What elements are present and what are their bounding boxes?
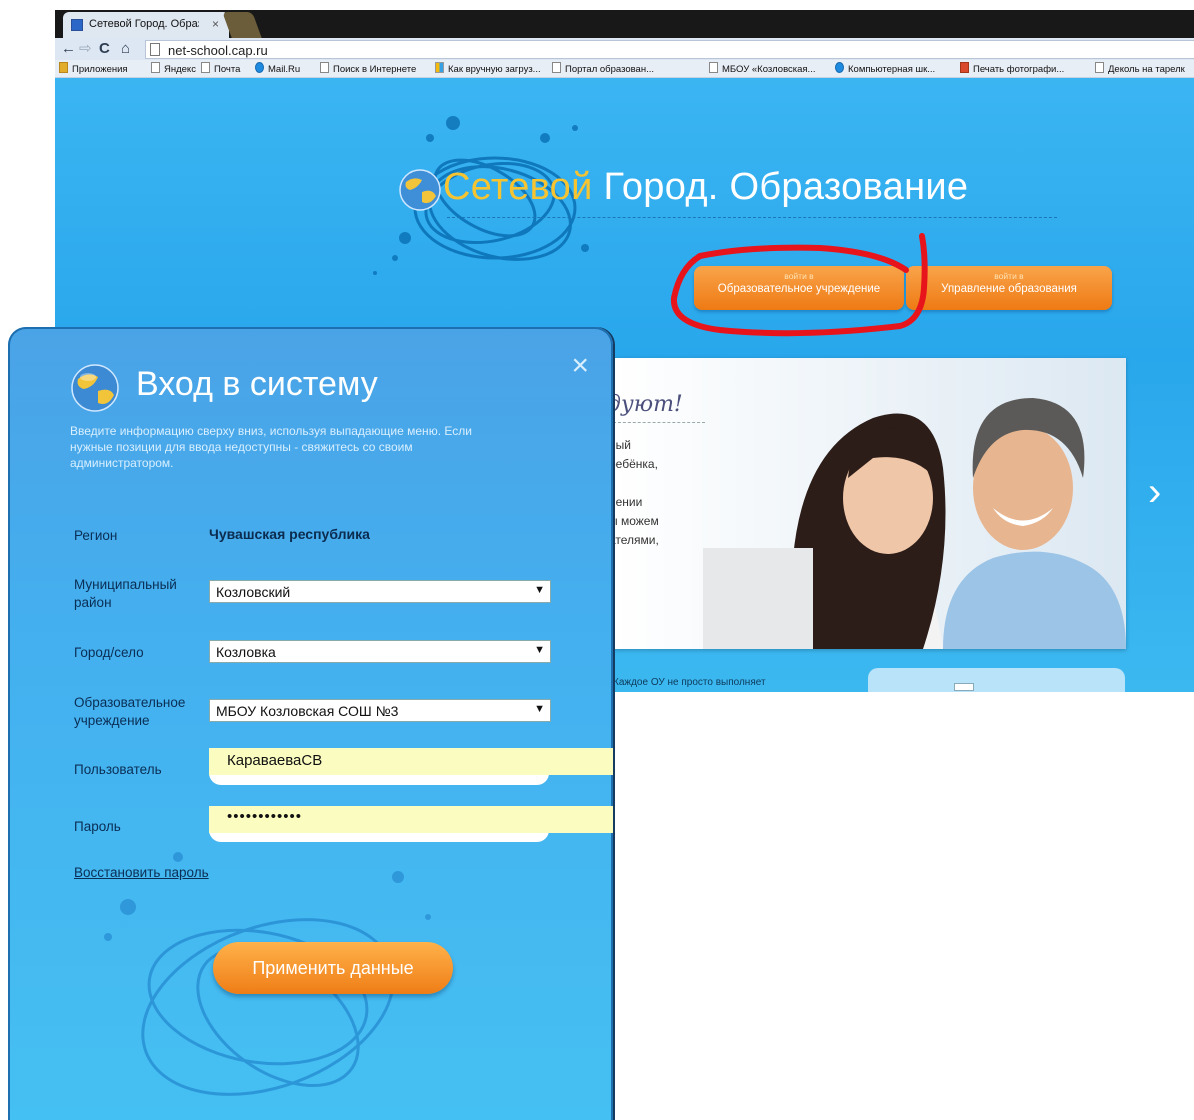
url-text: net-school.cap.ru	[168, 43, 268, 58]
username-value: КараваеваСВ	[227, 752, 323, 769]
bookmark-yandex[interactable]: Яндекс	[151, 62, 196, 75]
bookmark-decal[interactable]: Деколь на тарелк	[1095, 62, 1185, 75]
site-favicon-icon	[71, 19, 83, 31]
restore-password-link[interactable]: Восстановить пароль	[74, 865, 209, 880]
globe-logo-icon	[71, 364, 119, 412]
school-label: Образовательное учреждение	[74, 695, 186, 728]
city-label: Город/село	[74, 645, 144, 660]
bookmark-mbou[interactable]: МБОУ «Козловская...	[709, 62, 815, 75]
mailru-icon	[255, 62, 264, 73]
forward-arrow-icon[interactable]: ⇨	[79, 40, 92, 58]
bookmark-computer-school[interactable]: Компьютерная шк...	[835, 62, 935, 75]
tab-title: Сетевой Город. Образов	[89, 18, 199, 30]
bookmark-mailru[interactable]: Mail.Ru	[255, 62, 300, 75]
city-value: Козловка	[216, 644, 276, 660]
district-label: Муниципальный район	[74, 577, 177, 610]
region-value: Чувашская республика	[209, 526, 370, 542]
page-icon	[151, 62, 160, 73]
region-label: Регион	[74, 528, 118, 543]
family-photo	[613, 358, 1126, 649]
promo-heading-rule	[613, 422, 705, 423]
bookmark-howto[interactable]: Как вручную загруз...	[435, 62, 541, 75]
bookmarks-bar: Приложения Яндекс Почта Mail.Ru Поиск в …	[55, 60, 1194, 78]
button-label: Управление образования	[941, 283, 1077, 295]
windows-icon	[435, 62, 444, 73]
dropdown-arrow-icon: ▼	[534, 644, 545, 656]
promo-banner: дуют! ный ребёнка, и нении ы можем ателя…	[613, 358, 1126, 649]
tab-close-icon[interactable]: ×	[212, 17, 219, 31]
button-small-caption: войти в	[994, 271, 1024, 281]
bookmark-photo-print[interactable]: Печать фотографи...	[960, 62, 1064, 75]
username-label: Пользователь	[74, 762, 162, 777]
bookmark-search[interactable]: Поиск в Интернете	[320, 62, 416, 75]
password-value: ••••••••••••	[227, 808, 303, 825]
globe-logo-icon	[399, 169, 441, 211]
site-title: Сетевой Город. Образование	[443, 166, 969, 208]
browser-toolbar: ← ⇨ C ⌂ net-school.cap.ru	[55, 38, 1194, 60]
dropdown-arrow-icon: ▼	[534, 584, 545, 596]
login-dialog: × Вход в систему Введите информацию свер…	[8, 327, 613, 1120]
login-education-management-button[interactable]: войти в Управление образования	[906, 266, 1112, 310]
red-highlight-circle	[670, 233, 928, 337]
promo-heading: дуют!	[613, 392, 683, 417]
bookmark-portal[interactable]: Портал образован...	[552, 62, 654, 75]
address-bar[interactable]: net-school.cap.ru	[145, 40, 1194, 59]
page-icon	[201, 62, 210, 73]
dialog-hint: Введите информацию сверху вниз, использу…	[70, 424, 472, 470]
screenshot-stage: Сетевой Город. Образов × ← ⇨ C ⌂ net-sch…	[0, 0, 1194, 1120]
dialog-title: Вход в систему	[136, 365, 378, 403]
page-icon	[552, 62, 561, 73]
reload-icon[interactable]: C	[99, 40, 110, 58]
bookmark-mail[interactable]: Почта	[201, 62, 240, 75]
photo-icon	[960, 62, 969, 73]
back-arrow-icon[interactable]: ←	[61, 40, 76, 58]
page-icon	[1095, 62, 1104, 73]
page-icon	[320, 62, 329, 73]
panel-icon	[954, 683, 974, 691]
home-icon[interactable]: ⌂	[121, 40, 130, 58]
bottom-intro-text: Каждое ОУ не просто выполняет	[613, 677, 766, 688]
district-value: Козловский	[216, 584, 291, 600]
school-select[interactable]: МБОУ Козловская СОШ №3 ▼	[209, 699, 551, 722]
school-value: МБОУ Козловская СОШ №3	[216, 703, 399, 719]
at-sign-icon	[835, 62, 844, 73]
dropdown-arrow-icon: ▼	[534, 703, 545, 715]
apply-button[interactable]: Применить данные	[213, 942, 453, 994]
close-icon[interactable]: ×	[571, 351, 589, 381]
page-icon	[709, 62, 718, 73]
tab-active[interactable]: Сетевой Город. Образов ×	[63, 12, 229, 38]
page-icon	[150, 43, 160, 56]
promo-text: ный ребёнка, и нении ы можем ателями,	[613, 438, 659, 547]
tab-bar: Сетевой Город. Образов ×	[55, 10, 1194, 38]
district-select[interactable]: Козловский ▼	[209, 580, 551, 603]
title-underline	[447, 217, 1057, 218]
password-input[interactable]: ••••••••••••	[209, 806, 613, 833]
apps-grid-icon	[59, 62, 68, 73]
username-input[interactable]: КараваеваСВ	[209, 748, 613, 775]
chevron-right-icon[interactable]: ›	[1148, 470, 1161, 515]
bookmark-apps[interactable]: Приложения	[59, 62, 128, 75]
city-select[interactable]: Козловка ▼	[209, 640, 551, 663]
password-label: Пароль	[74, 819, 121, 834]
bottom-info-panel	[868, 668, 1125, 692]
